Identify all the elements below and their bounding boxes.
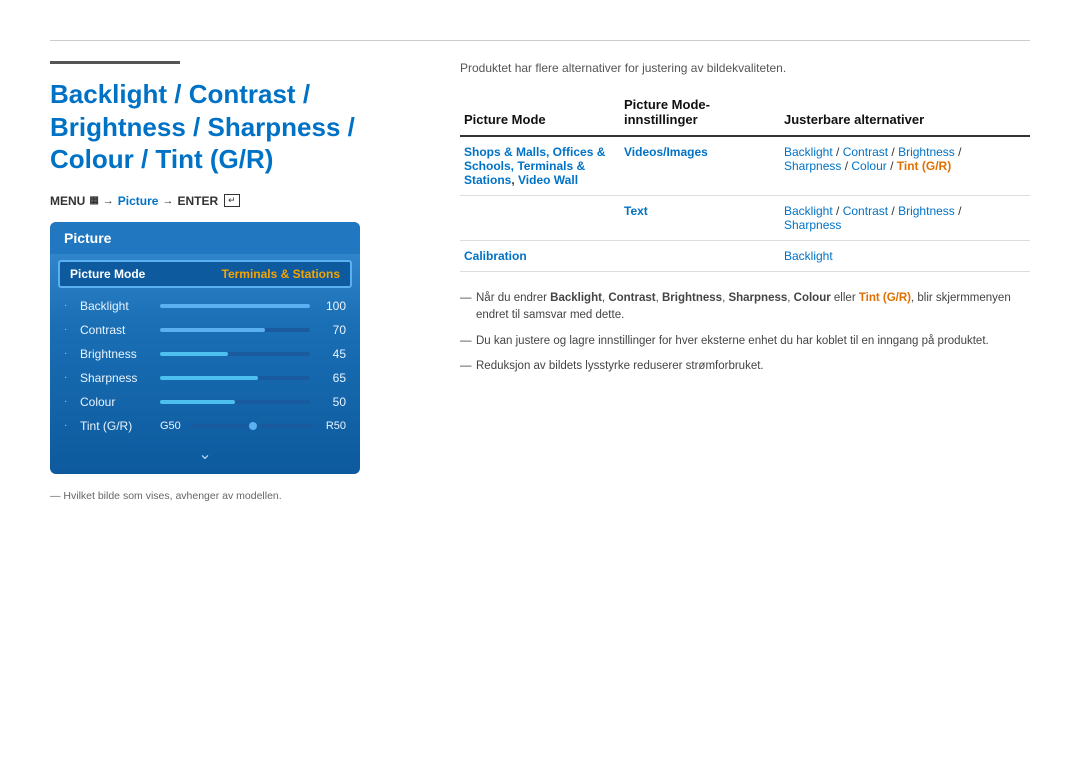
- slider-value-contrast: 70: [318, 323, 346, 337]
- picture-mode-row[interactable]: Picture Mode Terminals & Stations: [58, 260, 352, 288]
- slider-value-backlight: 100: [318, 299, 346, 313]
- slider-brightness[interactable]: · Brightness 45: [50, 342, 360, 366]
- slider-track-backlight[interactable]: [160, 304, 310, 308]
- slider-track-wrap-brightness: [160, 352, 310, 356]
- page-container: Backlight / Contrast / Brightness / Shar…: [0, 0, 1080, 763]
- col-header-mode: Picture Mode: [460, 91, 620, 136]
- picture-mode-label: Picture Mode: [70, 267, 145, 281]
- slider-backlight[interactable]: · Backlight 100: [50, 294, 360, 318]
- slider-dot: ·: [64, 324, 72, 335]
- slider-value-brightness: 45: [318, 347, 346, 361]
- slider-label-contrast: Contrast: [80, 323, 152, 337]
- slider-label-sharpness: Sharpness: [80, 371, 152, 385]
- tint-dot: ·: [64, 420, 72, 431]
- slider-track-sharpness[interactable]: [160, 376, 310, 380]
- slider-fill-brightness: [160, 352, 228, 356]
- slider-fill-backlight: [160, 304, 310, 308]
- tint-track[interactable]: [192, 424, 314, 428]
- tint-label: Tint (G/R): [80, 419, 152, 433]
- slider-fill-sharpness: [160, 376, 258, 380]
- picture-mode-value: Terminals & Stations: [222, 267, 340, 281]
- tint-right-val: R50: [318, 420, 346, 432]
- enter-icon: ↵: [224, 194, 240, 207]
- right-description: Produktet har flere alternativer for jus…: [460, 61, 1030, 75]
- table-row: Shops & Malls, Offices & Schools, Termin…: [460, 136, 1030, 196]
- right-column: Produktet har flere alternativer for jus…: [460, 61, 1030, 723]
- tint-left-val: G50: [160, 420, 188, 432]
- left-column: Backlight / Contrast / Brightness / Shar…: [50, 61, 420, 723]
- slider-track-contrast[interactable]: [160, 328, 310, 332]
- top-rule: [50, 40, 1030, 41]
- slider-value-colour: 50: [318, 395, 346, 409]
- slider-dot: ·: [64, 348, 72, 359]
- slider-track-brightness[interactable]: [160, 352, 310, 356]
- slider-dot: ·: [64, 300, 72, 311]
- slider-track-wrap-backlight: [160, 304, 310, 308]
- col-header-settings: Picture Mode-innstillinger: [620, 91, 780, 136]
- slider-contrast[interactable]: · Contrast 70: [50, 318, 360, 342]
- slider-track-wrap-sharpness: [160, 376, 310, 380]
- table-cell-adjustable-3: Backlight: [780, 241, 1030, 272]
- chevron-down-icon[interactable]: ⌄: [50, 438, 360, 474]
- table-header-row: Picture Mode Picture Mode-innstillinger …: [460, 91, 1030, 136]
- slider-track-colour[interactable]: [160, 400, 310, 404]
- tint-track-wrap: G50 R50: [160, 420, 346, 432]
- menu-keyword: MENU: [50, 194, 85, 208]
- slider-label-backlight: Backlight: [80, 299, 152, 313]
- note-item-3: Reduksjon av bildets lysstyrke reduserer…: [460, 358, 1030, 375]
- page-title: Backlight / Contrast / Brightness / Shar…: [50, 78, 420, 176]
- slider-value-sharpness: 65: [318, 371, 346, 385]
- enter-label: ENTER: [177, 194, 218, 208]
- arrow1: →: [103, 195, 114, 207]
- slider-sharpness[interactable]: · Sharpness 65: [50, 366, 360, 390]
- picture-header: Picture: [50, 222, 360, 254]
- slider-label-brightness: Brightness: [80, 347, 152, 361]
- menu-path: MENU ▦ → Picture → ENTER ↵: [50, 194, 420, 208]
- main-content: Backlight / Contrast / Brightness / Shar…: [50, 61, 1030, 723]
- table-cell-settings-2: Text: [620, 196, 780, 241]
- note-item-1: Når du endrer Backlight, Contrast, Brigh…: [460, 290, 1030, 325]
- footnote-image: — Hvilket bilde som vises, avhenger av m…: [50, 490, 420, 502]
- table-cell-mode-1: Shops & Malls, Offices & Schools, Termin…: [460, 136, 620, 196]
- table-cell-mode-2: [460, 196, 620, 241]
- slider-label-colour: Colour: [80, 395, 152, 409]
- picture-box: Picture Picture Mode Terminals & Station…: [50, 222, 360, 474]
- table-cell-adjustable-1: Backlight / Contrast / Brightness / Shar…: [780, 136, 1030, 196]
- tint-thumb: [249, 422, 257, 430]
- slider-colour[interactable]: · Colour 50: [50, 390, 360, 414]
- slider-fill-colour: [160, 400, 235, 404]
- table-cell-mode-3: Calibration: [460, 241, 620, 272]
- table-row: Calibration Backlight: [460, 241, 1030, 272]
- table-cell-adjustable-2: Backlight / Contrast / Brightness / Shar…: [780, 196, 1030, 241]
- slider-dot: ·: [64, 396, 72, 407]
- col-header-adjustable: Justerbare alternativer: [780, 91, 1030, 136]
- slider-tint[interactable]: · Tint (G/R) G50 R50: [50, 414, 360, 438]
- menu-icon: ▦: [89, 195, 98, 206]
- slider-fill-contrast: [160, 328, 265, 332]
- picture-link[interactable]: Picture: [118, 194, 159, 208]
- arrow2: →: [162, 195, 173, 207]
- slider-track-wrap-colour: [160, 400, 310, 404]
- notes-section: Når du endrer Backlight, Contrast, Brigh…: [460, 290, 1030, 375]
- info-table: Picture Mode Picture Mode-innstillinger …: [460, 91, 1030, 272]
- table-cell-settings-3: [620, 241, 780, 272]
- table-row: Text Backlight / Contrast / Brightness /…: [460, 196, 1030, 241]
- table-cell-settings-1: Videos/Images: [620, 136, 780, 196]
- title-accent: [50, 61, 180, 64]
- slider-track-wrap-contrast: [160, 328, 310, 332]
- slider-dot: ·: [64, 372, 72, 383]
- note-item-2: Du kan justere og lagre innstillinger fo…: [460, 333, 1030, 350]
